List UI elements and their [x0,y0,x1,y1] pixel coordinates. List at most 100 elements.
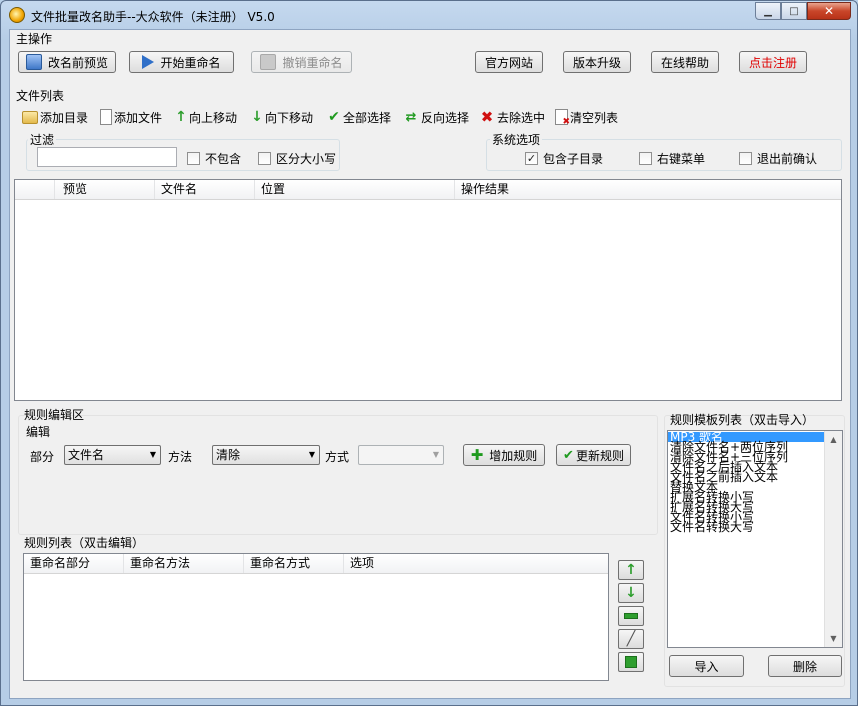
rule-move-up-button[interactable]: ↑ [618,560,644,580]
undo-icon [260,54,277,70]
window-title: 文件批量改名助手--大众软件（未注册） V5.0 [31,10,275,24]
rule-edit-label: 规则编辑区 [24,408,85,422]
rule-list-table[interactable]: 重命名部分 重命名方法 重命名方式 选项 [23,553,609,681]
template-list-scrollbar[interactable]: ▲ ▼ [824,431,842,647]
delete-template-button[interactable]: 删除 [768,655,842,677]
col-filename[interactable]: 文件名 [155,180,255,199]
col-location[interactable]: 位置 [255,180,455,199]
file-list-header: 预览 文件名 位置 操作结果 [15,180,841,200]
rule-edit-button[interactable]: ╱ [618,629,644,649]
arrow-down-icon: ↓ [625,585,637,601]
clear-list-button[interactable]: ✖ 清空列表 [555,108,618,127]
invert-icon: ⇄ [405,109,417,125]
remove-selected-button[interactable]: ✖ 去除选中 [479,108,545,126]
close-icon: ✕ [823,4,835,18]
preview-button[interactable]: 改名前预览 [18,51,116,73]
save-icon [625,656,637,668]
rule-move-down-button[interactable]: ↓ [618,583,644,603]
checkmark-icon: ✔ [328,109,340,125]
method-select[interactable]: 清除 ▼ [212,445,320,465]
system-options-label: 系统选项 [490,131,543,148]
scroll-down-icon[interactable]: ▼ [825,630,842,647]
col-result[interactable]: 操作结果 [455,180,841,199]
play-icon [142,55,155,69]
mode-select[interactable]: ▼ [358,445,444,465]
upgrade-button[interactable]: 版本升级 [563,51,631,73]
include-subdirs-checkbox[interactable]: ✓ 包含子目录 [525,150,603,167]
file-list-table[interactable]: 预览 文件名 位置 操作结果 [14,179,842,401]
minimize-button[interactable]: ▁ [755,2,781,20]
maximize-button[interactable]: □ [781,2,807,20]
website-button[interactable]: 官方网站 [475,51,543,73]
app-window: 文件批量改名助手--大众软件（未注册） V5.0 ▁ □ ✕ 主操作 改名前预览… [0,0,858,706]
edit-label: 编辑 [26,425,51,439]
filter-label: 过滤 [28,131,57,148]
move-up-button[interactable]: ↑ 向上移动 [175,108,237,126]
file-icon [100,109,112,125]
help-button[interactable]: 在线帮助 [651,51,719,73]
context-menu-checkbox[interactable]: 右键菜单 [639,150,705,167]
col-rename-mode[interactable]: 重命名方式 [244,554,344,573]
main-ops-label: 主操作 [16,32,53,46]
col-rename-part[interactable]: 重命名部分 [24,554,124,573]
exclude-checkbox[interactable]: 不包含 [187,150,241,167]
col-rename-method[interactable]: 重命名方法 [124,554,244,573]
rule-delete-button[interactable] [618,606,644,626]
app-logo-icon [9,7,25,23]
import-button[interactable]: 导入 [669,655,744,677]
part-label: 部分 [30,450,55,464]
part-select[interactable]: 文件名 ▼ [64,445,161,465]
maximize-icon: □ [789,5,799,17]
add-rule-button[interactable]: ✚ 增加规则 [463,444,545,466]
preview-icon [25,54,42,70]
client-area: 主操作 改名前预览 开始重命名 撤销重命名 官方网站 版本升级 在线帮助 点击注… [9,29,851,699]
clear-list-icon: ✖ [555,109,570,127]
arrow-up-icon: ↑ [625,562,637,578]
rule-list-header: 重命名部分 重命名方法 重命名方式 选项 [24,554,608,574]
chevron-down-icon: ▼ [308,450,315,459]
invert-select-button[interactable]: ⇄ 反向选择 [403,108,469,126]
checkmark-icon: ✓ [525,152,538,165]
confirm-exit-checkbox-box [739,152,752,165]
template-item[interactable]: 文件名转换大写 [668,521,824,533]
red-x-icon: ✖ [480,108,494,126]
select-all-button[interactable]: ✔ 全部选择 [327,108,391,126]
confirm-exit-checkbox[interactable]: 退出前确认 [739,150,817,167]
caption-buttons: ▁ □ ✕ [755,2,851,20]
undo-rename-button[interactable]: 撤销重命名 [251,51,352,73]
folder-icon [22,110,38,124]
chevron-down-icon: ▼ [149,450,156,459]
file-list-label: 文件列表 [16,89,65,103]
start-rename-button[interactable]: 开始重命名 [129,51,234,73]
checkmark-icon: ✔ [563,447,574,463]
update-rule-button[interactable]: ✔ 更新规则 [556,444,631,466]
close-button[interactable]: ✕ [807,2,851,20]
template-items: MP3 歌名 清除文件名+两位序列 清除文件名+三位序列 文件名之后插入文本 文件名之前… [668,431,824,533]
case-checkbox-box [258,152,271,165]
template-list-label: 规则模板列表（双击导入） [670,413,815,427]
arrow-down-icon: ↓ [251,109,263,125]
register-button[interactable]: 点击注册 [739,51,807,73]
add-file-button[interactable]: 添加文件 [100,108,162,126]
mode-label: 方式 [325,450,350,464]
rule-edit-group [18,415,658,535]
chevron-down-icon: ▼ [432,450,439,459]
minus-icon [624,613,638,619]
rule-save-button[interactable] [618,652,644,672]
arrow-up-icon: ↑ [175,109,187,125]
col-checkbox[interactable] [15,180,55,199]
case-sensitive-checkbox[interactable]: 区分大小写 [258,150,336,167]
rule-list-label: 规则列表（双击编辑） [24,536,145,550]
add-dir-button[interactable]: 添加目录 [22,108,88,126]
filter-input[interactable] [37,147,177,167]
minimize-icon: ▁ [764,5,772,17]
move-down-button[interactable]: ↓ 向下移动 [251,108,313,126]
template-list[interactable]: MP3 歌名 清除文件名+两位序列 清除文件名+三位序列 文件名之后插入文本 文件名之前… [667,430,843,648]
col-options[interactable]: 选项 [344,554,608,573]
context-menu-checkbox-box [639,152,652,165]
col-preview[interactable]: 预览 [55,180,155,199]
pencil-icon: ╱ [626,631,636,647]
scroll-up-icon[interactable]: ▲ [825,431,842,448]
title-bar[interactable]: 文件批量改名助手--大众软件（未注册） V5.0 ▁ □ ✕ [1,1,857,29]
plus-icon: ✚ [470,446,484,464]
